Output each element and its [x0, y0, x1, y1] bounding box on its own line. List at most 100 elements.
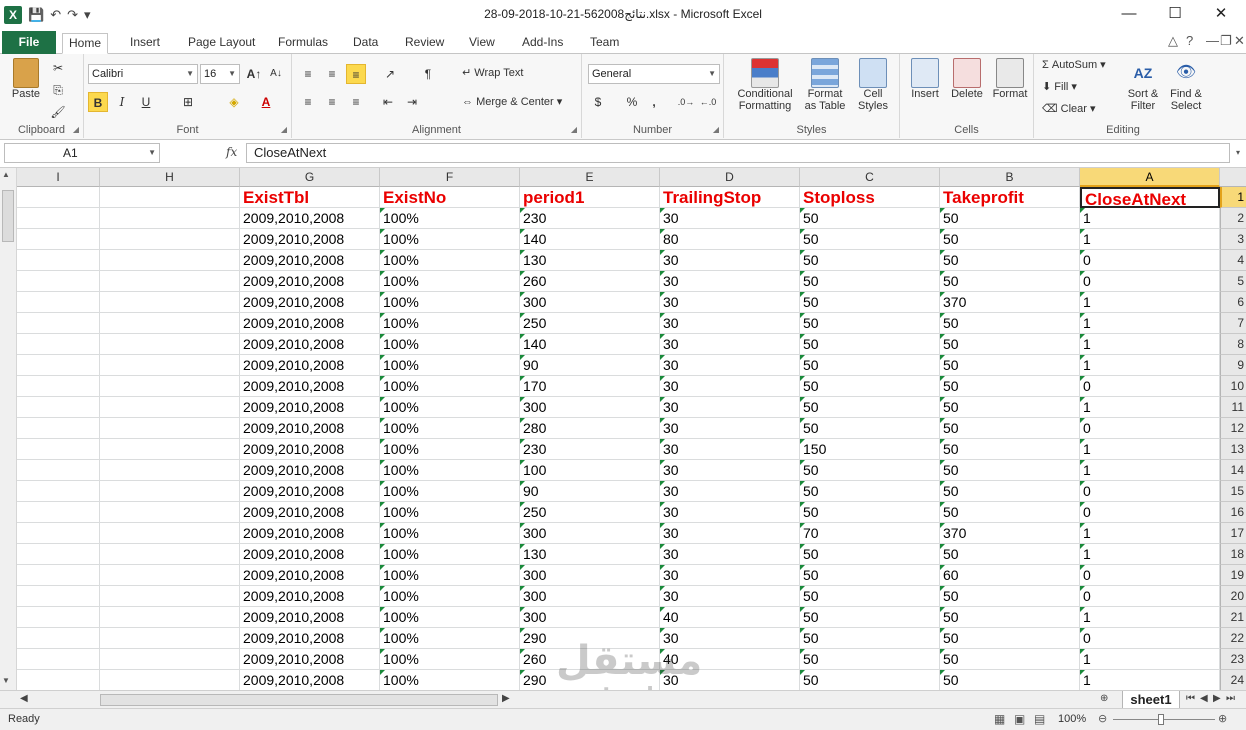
table-cell-g[interactable]: 2009,2010,2008	[240, 670, 380, 690]
table-cell-a[interactable]: 1	[1080, 460, 1220, 481]
table-cell-e[interactable]: 250	[520, 502, 660, 523]
table-cell-i[interactable]	[17, 376, 100, 397]
table-cell-c[interactable]: 50	[800, 544, 940, 565]
increase-decimal-icon[interactable]: .0→	[676, 92, 696, 112]
clipboard-launcher-icon[interactable]: ◢	[73, 125, 79, 134]
table-cell-b[interactable]: 370	[940, 292, 1080, 313]
table-cell-c[interactable]: 50	[800, 607, 940, 628]
decrease-decimal-icon[interactable]: ←.0	[698, 92, 718, 112]
row-header-19[interactable]: 19	[1220, 565, 1246, 586]
table-cell-e[interactable]: 170	[520, 376, 660, 397]
font-color-icon[interactable]: A	[256, 92, 276, 112]
table-cell-i[interactable]	[17, 250, 100, 271]
align-right-icon[interactable]: ≡	[346, 92, 366, 112]
table-cell-a[interactable]: 1	[1080, 544, 1220, 565]
table-cell-b[interactable]: 370	[940, 523, 1080, 544]
column-header-h[interactable]: H	[100, 168, 240, 187]
header-cell-h[interactable]	[100, 187, 240, 208]
underline-button[interactable]: U	[136, 92, 156, 112]
table-cell-e[interactable]: 260	[520, 271, 660, 292]
row-header-23[interactable]: 23	[1220, 649, 1246, 670]
table-cell-h[interactable]	[100, 313, 240, 334]
table-cell-d[interactable]: 30	[660, 418, 800, 439]
table-cell-c[interactable]: 50	[800, 502, 940, 523]
table-cell-i[interactable]	[17, 607, 100, 628]
table-cell-a[interactable]: 1	[1080, 439, 1220, 460]
cut-icon[interactable]: ✂	[48, 58, 68, 78]
table-cell-e[interactable]: 90	[520, 355, 660, 376]
maximize-button[interactable]: ☐	[1152, 0, 1198, 30]
formula-expand-icon[interactable]: ▾	[1232, 143, 1244, 163]
align-left-icon[interactable]: ≡	[298, 92, 318, 112]
table-cell-g[interactable]: 2009,2010,2008	[240, 607, 380, 628]
table-cell-i[interactable]	[17, 229, 100, 250]
table-cell-d[interactable]: 30	[660, 502, 800, 523]
table-cell-f[interactable]: 100%	[380, 502, 520, 523]
table-cell-c[interactable]: 50	[800, 334, 940, 355]
italic-button[interactable]: I	[112, 92, 132, 112]
table-cell-f[interactable]: 100%	[380, 271, 520, 292]
tab-data[interactable]: Data	[347, 33, 384, 54]
table-cell-g[interactable]: 2009,2010,2008	[240, 481, 380, 502]
row-header-16[interactable]: 16	[1220, 502, 1246, 523]
table-cell-c[interactable]: 50	[800, 376, 940, 397]
name-box[interactable]: A1 ▼	[4, 143, 160, 163]
table-cell-d[interactable]: 30	[660, 376, 800, 397]
table-cell-d[interactable]: 30	[660, 628, 800, 649]
table-cell-e[interactable]: 140	[520, 229, 660, 250]
table-cell-e[interactable]: 130	[520, 544, 660, 565]
font-size-select[interactable]: 16 ▼	[200, 64, 240, 84]
table-cell-d[interactable]: 30	[660, 208, 800, 229]
table-cell-h[interactable]	[100, 334, 240, 355]
align-center-icon[interactable]: ≡	[322, 92, 342, 112]
table-cell-c[interactable]: 50	[800, 397, 940, 418]
table-cell-e[interactable]: 300	[520, 397, 660, 418]
table-cell-i[interactable]	[17, 292, 100, 313]
format-as-table-button[interactable]: Format as Table	[800, 58, 850, 112]
table-cell-g[interactable]: 2009,2010,2008	[240, 565, 380, 586]
table-cell-h[interactable]	[100, 586, 240, 607]
table-cell-a[interactable]: 0	[1080, 250, 1220, 271]
table-cell-c[interactable]: 50	[800, 229, 940, 250]
row-header-7[interactable]: 7	[1220, 313, 1246, 334]
table-cell-f[interactable]: 100%	[380, 628, 520, 649]
conditional-formatting-button[interactable]: Conditional Formatting	[730, 58, 800, 112]
table-cell-e[interactable]: 300	[520, 292, 660, 313]
table-cell-a[interactable]: 1	[1080, 523, 1220, 544]
table-cell-c[interactable]: 50	[800, 628, 940, 649]
table-cell-b[interactable]: 50	[940, 397, 1080, 418]
table-cell-e[interactable]: 230	[520, 208, 660, 229]
table-cell-a[interactable]: 0	[1080, 418, 1220, 439]
table-cell-b[interactable]: 50	[940, 439, 1080, 460]
tab-add-ins[interactable]: Add-Ins	[516, 33, 569, 54]
workbook-close-icon[interactable]: ✕	[1234, 33, 1245, 49]
currency-button[interactable]: $	[588, 92, 608, 112]
tab-view[interactable]: View	[463, 33, 501, 54]
table-cell-b[interactable]: 50	[940, 250, 1080, 271]
table-cell-f[interactable]: 100%	[380, 250, 520, 271]
table-cell-b[interactable]: 50	[940, 649, 1080, 670]
table-cell-i[interactable]	[17, 586, 100, 607]
column-header-e[interactable]: E	[520, 168, 660, 187]
table-cell-b[interactable]: 50	[940, 502, 1080, 523]
insert-cells-button[interactable]: Insert	[904, 58, 946, 100]
fill-button[interactable]: ⬇ Fill ▾	[1042, 81, 1077, 93]
table-cell-g[interactable]: 2009,2010,2008	[240, 271, 380, 292]
header-cell-e[interactable]: period1	[520, 187, 660, 208]
comma-button[interactable]: ,	[644, 92, 664, 112]
table-cell-a[interactable]: 0	[1080, 565, 1220, 586]
table-cell-g[interactable]: 2009,2010,2008	[240, 418, 380, 439]
row-header-14[interactable]: 14	[1220, 460, 1246, 481]
paste-button[interactable]: Paste	[8, 58, 44, 100]
table-cell-c[interactable]: 150	[800, 439, 940, 460]
table-cell-i[interactable]	[17, 670, 100, 690]
align-bottom-icon[interactable]: ≡	[346, 64, 366, 84]
ribbon-collapse-icon[interactable]: △	[1168, 33, 1178, 49]
wrap-text-button[interactable]: ↵ Wrap Text	[462, 67, 523, 79]
table-cell-d[interactable]: 30	[660, 334, 800, 355]
tab-insert[interactable]: Insert	[124, 33, 166, 54]
select-all-corner[interactable]	[1220, 168, 1246, 187]
table-cell-b[interactable]: 50	[940, 271, 1080, 292]
page-break-view-icon[interactable]: ▤	[1034, 712, 1045, 726]
header-cell-c[interactable]: Stoploss	[800, 187, 940, 208]
